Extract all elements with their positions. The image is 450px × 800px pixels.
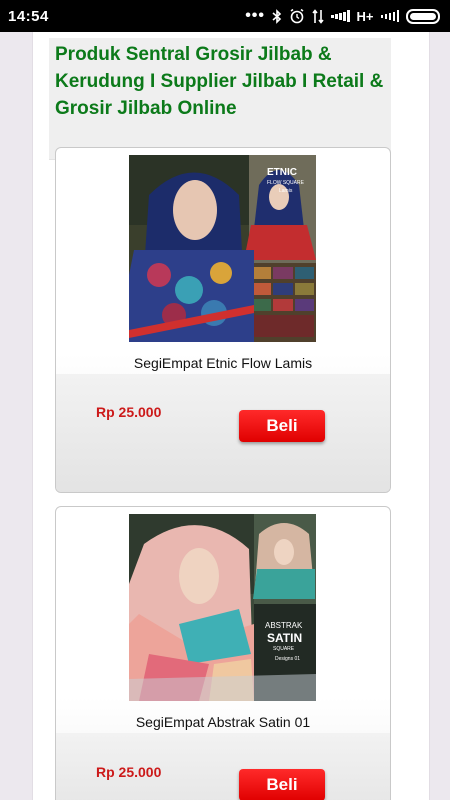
alarm-icon — [289, 8, 305, 24]
product-price: Rp 25.000 — [96, 764, 162, 780]
product-image[interactable]: ABSTRAK SATIN SQUARE Designs 01 — [129, 514, 316, 701]
product-image-subtitle-text: FLOW SQUARE — [267, 180, 305, 186]
product-image[interactable]: ETNIC FLOW SQUARE Lamis — [129, 155, 316, 342]
more-dots-icon: ••• — [245, 7, 266, 24]
bluetooth-icon — [272, 8, 282, 24]
page-content: Produk Sentral Grosir Jilbab & Kerudung … — [32, 32, 430, 800]
battery-icon — [406, 8, 440, 24]
data-transfer-icon — [312, 8, 324, 24]
page-header: Produk Sentral Grosir Jilbab & Kerudung … — [49, 38, 391, 160]
signal-icon — [380, 10, 399, 22]
product-image-type-text: SQUARE — [273, 646, 295, 652]
status-time: 14:54 — [8, 7, 49, 25]
signal-icon — [331, 10, 350, 22]
buy-button[interactable]: Beli — [239, 769, 325, 800]
network-type-label: H+ — [356, 8, 374, 24]
product-image-variant-text: Designs 01 — [275, 656, 300, 662]
product-image-brand-text: ETNIC — [267, 167, 297, 178]
product-image-brand-text: ABSTRAK — [265, 621, 303, 630]
status-bar: 14:54 ••• H+ — [0, 0, 450, 32]
product-price: Rp 25.000 — [96, 404, 162, 420]
page-title: Produk Sentral Grosir Jilbab & Kerudung … — [55, 44, 384, 119]
product-image-variant-text: Lamis — [279, 188, 293, 194]
product-image-subtitle-text: SATIN — [267, 631, 302, 645]
buy-button[interactable]: Beli — [239, 410, 325, 442]
price-area: Rp 25.000 Beli — [56, 733, 390, 800]
product-name[interactable]: SegiEmpat Abstrak Satin 01 — [56, 714, 390, 730]
price-area: Rp 25.000 Beli — [56, 374, 390, 492]
product-name[interactable]: SegiEmpat Etnic Flow Lamis — [56, 355, 390, 371]
product-card[interactable]: ETNIC FLOW SQUARE Lamis SegiEmpat Etnic … — [55, 147, 391, 493]
product-card[interactable]: ABSTRAK SATIN SQUARE Designs 01 SegiEmpa… — [55, 506, 391, 800]
status-icons: ••• H+ — [245, 8, 440, 24]
